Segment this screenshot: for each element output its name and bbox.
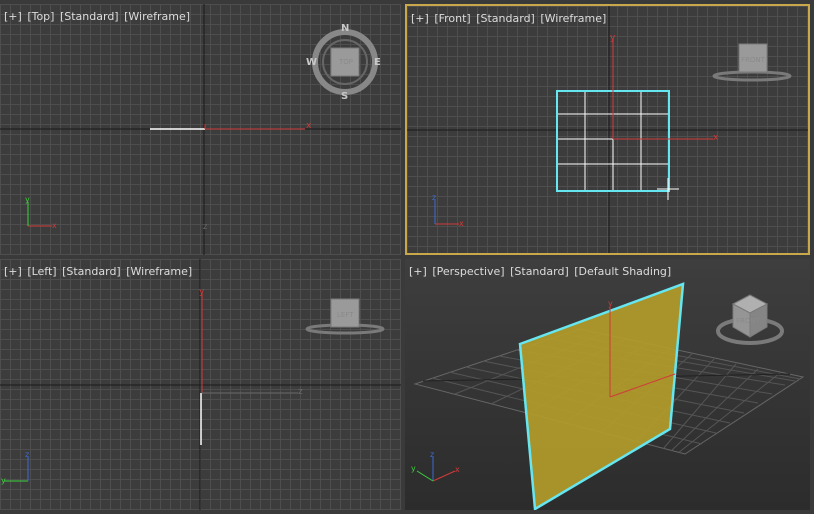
svg-text:z: z	[298, 387, 303, 397]
viewport-menu-plus[interactable]: [+]	[409, 265, 427, 278]
viewport-point-of-view[interactable]: [Perspective]	[432, 265, 504, 278]
viewport-front-canvas: y x FRONT x z	[407, 6, 808, 253]
viewport-front-label[interactable]: [+] [Front] [Standard] [Wireframe]	[411, 12, 608, 25]
viewport-render-mode[interactable]: [Wireframe]	[124, 10, 190, 23]
viewport-perspective[interactable]: [+] [Perspective] [Standard] [Default Sh…	[405, 259, 810, 510]
gizmo-x-label: x	[306, 121, 312, 131]
viewport-shading-mode[interactable]: [Standard]	[476, 12, 535, 25]
gizmo-z-label: z	[203, 222, 207, 231]
viewport-point-of-view[interactable]: [Top]	[27, 10, 54, 23]
viewcube-icon[interactable]: FRONT	[712, 43, 792, 82]
svg-text:W: W	[306, 57, 317, 68]
axis-tripod-icon: x z	[432, 193, 464, 228]
svg-text:z: z	[432, 193, 436, 202]
axis-tripod-icon: y z	[1, 450, 29, 485]
viewport-render-mode[interactable]: [Wireframe]	[126, 265, 192, 278]
svg-text:y: y	[411, 464, 416, 473]
viewport-menu-plus[interactable]: [+]	[4, 265, 22, 278]
svg-text:x: x	[455, 465, 460, 474]
svg-text:FRONT: FRONT	[741, 56, 766, 64]
plane-object	[518, 282, 685, 510]
svg-text:z: z	[25, 450, 29, 459]
viewport-point-of-view[interactable]: [Left]	[27, 265, 56, 278]
svg-text:y: y	[1, 476, 6, 485]
svg-text:FRONT: FRONT	[736, 317, 761, 325]
axis-tripod-icon: x y	[25, 195, 57, 230]
viewport-top-canvas: x z TOP N S E W x y	[0, 4, 401, 255]
viewcube-icon[interactable]: FRONT	[716, 294, 784, 345]
viewport-render-mode[interactable]: [Wireframe]	[540, 12, 606, 25]
compass-icon[interactable]: TOP N S E W	[306, 23, 381, 102]
svg-text:LEFT: LEFT	[337, 311, 354, 319]
svg-text:y: y	[608, 299, 613, 308]
viewcube-icon[interactable]: LEFT	[305, 298, 385, 335]
svg-text:z: z	[430, 450, 434, 459]
axis-tripod-icon: x z y	[411, 450, 460, 482]
viewport-left[interactable]: [+] [Left] [Standard] [Wireframe] y z LE…	[0, 259, 401, 510]
svg-text:y: y	[199, 287, 205, 297]
svg-text:x: x	[459, 219, 464, 228]
svg-text:x: x	[52, 221, 57, 230]
viewport-shading-mode[interactable]: [Standard]	[62, 265, 121, 278]
svg-text:TOP: TOP	[338, 58, 353, 66]
move-cursor-icon	[657, 178, 679, 200]
viewport-top-label[interactable]: [+] [Top] [Standard] [Wireframe]	[4, 10, 192, 23]
viewport-front[interactable]: [+] [Front] [Standard] [Wireframe] y x F…	[405, 4, 810, 255]
viewport-perspective-label[interactable]: [+] [Perspective] [Standard] [Default Sh…	[409, 265, 673, 278]
viewport-left-label[interactable]: [+] [Left] [Standard] [Wireframe]	[4, 265, 194, 278]
svg-text:x: x	[713, 133, 719, 143]
viewport-render-mode[interactable]: [Default Shading]	[574, 265, 671, 278]
svg-text:S: S	[341, 91, 348, 102]
viewport-point-of-view[interactable]: [Front]	[434, 12, 470, 25]
viewport-shading-mode[interactable]: [Standard]	[510, 265, 569, 278]
svg-text:N: N	[341, 23, 349, 34]
viewport-menu-plus[interactable]: [+]	[411, 12, 429, 25]
viewport-perspective-canvas: y FRONT x z y	[411, 282, 805, 510]
svg-text:y: y	[25, 195, 30, 204]
svg-text:E: E	[374, 57, 381, 68]
viewport-menu-plus[interactable]: [+]	[4, 10, 22, 23]
viewport-top[interactable]: [+] [Top] [Standard] [Wireframe] x z TOP…	[0, 4, 401, 255]
svg-text:y: y	[610, 33, 616, 43]
viewport-shading-mode[interactable]: [Standard]	[60, 10, 119, 23]
viewport-left-canvas: y z LEFT y z	[0, 259, 401, 510]
